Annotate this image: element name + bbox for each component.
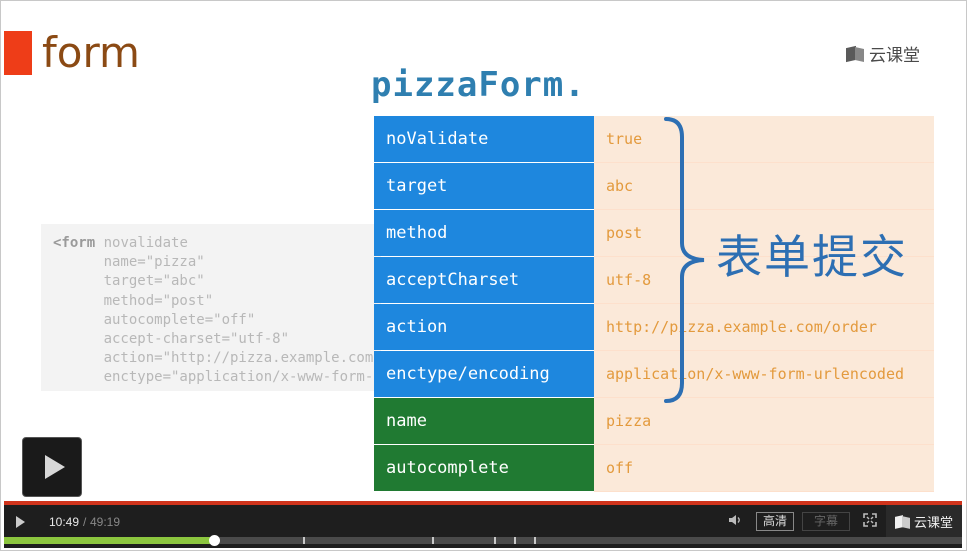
property-value: http://pizza.example.com/order <box>594 304 934 351</box>
chapter-marker[interactable] <box>533 537 536 544</box>
property-value: application/x-www-form-urlencoded <box>594 351 934 398</box>
property-value: abc <box>594 163 934 210</box>
property-name: acceptCharset <box>374 257 594 303</box>
code-keyword: <form <box>53 235 96 251</box>
chapter-marker[interactable] <box>432 537 435 544</box>
code-line: name="pizza" <box>53 253 381 272</box>
property-row: enctype/encoding application/x-www-form-u… <box>374 351 934 398</box>
property-row: name pizza <box>374 398 934 445</box>
code-line: <form novalidate <box>53 234 381 253</box>
progress-fill <box>4 537 215 544</box>
property-table: noValidate true target abc method post acceptC… <box>374 116 934 492</box>
code-text: accept-charset="utf-8" <box>53 331 290 348</box>
quality-button[interactable]: 高清 <box>756 512 794 531</box>
player-controls: 10:49 / 49:19 高清 字幕 云课堂 <box>4 501 962 548</box>
progress-bar[interactable] <box>4 535 962 546</box>
volume-icon[interactable] <box>728 513 742 527</box>
subtitle-button[interactable]: 字幕 <box>802 512 850 531</box>
code-text: novalidate <box>95 235 188 251</box>
property-name: target <box>374 163 594 209</box>
player-brand-badge[interactable]: 云课堂 <box>886 505 962 537</box>
progress-thumb[interactable] <box>209 535 221 546</box>
brand-logo-icon <box>894 514 910 529</box>
play-button[interactable] <box>16 516 25 528</box>
code-text: target="abc" <box>53 273 205 290</box>
code-text: method="post" <box>53 292 214 309</box>
property-name: autocomplete <box>374 445 594 491</box>
video-player-frame: form 云课堂 <form novalidate name="pizza" t… <box>0 0 967 551</box>
annotation-form-submit: 表单提交 <box>716 230 908 284</box>
title-accent-bar <box>4 31 32 75</box>
slide-title: form <box>42 28 140 77</box>
brand-watermark: 云课堂 <box>846 41 920 66</box>
property-row: autocomplete off <box>374 445 934 492</box>
time-separator: / <box>83 515 87 529</box>
chapter-marker[interactable] <box>303 537 306 544</box>
code-line: method="post" <box>53 292 381 311</box>
right-brace-icon <box>664 117 705 403</box>
slide-area[interactable]: form 云课堂 <form novalidate name="pizza" t… <box>4 5 962 501</box>
brand-logo-icon <box>846 45 864 63</box>
property-name: noValidate <box>374 116 594 162</box>
time-total: 49:19 <box>90 515 121 529</box>
property-row: target abc <box>374 163 934 210</box>
code-line: autocomplete="off" <box>53 311 381 330</box>
chapter-marker[interactable] <box>494 537 497 544</box>
code-text: name="pizza" <box>53 254 205 271</box>
property-name: action <box>374 304 594 350</box>
play-icon <box>44 455 65 479</box>
property-row: action http://pizza.example.com/order <box>374 304 934 351</box>
code-line: enctype="application/x-www-form-urlencod… <box>53 368 466 387</box>
property-value: off <box>594 445 934 492</box>
property-name: name <box>374 398 594 444</box>
property-value: pizza <box>594 398 934 445</box>
controls-top-accent <box>4 501 962 505</box>
pizzaform-heading: pizzaForm. <box>371 65 586 105</box>
chapter-marker[interactable] <box>513 537 516 544</box>
property-name: enctype/encoding <box>374 351 594 397</box>
brand-name: 云课堂 <box>869 46 920 66</box>
play-overlay-button[interactable] <box>22 437 82 497</box>
property-row: noValidate true <box>374 116 934 163</box>
fullscreen-icon[interactable] <box>863 513 877 527</box>
code-sample-panel: <form novalidate name="pizza" target="ab… <box>41 224 466 391</box>
time-current: 10:49 <box>49 515 80 529</box>
code-line: target="abc" <box>53 272 381 291</box>
property-value: true <box>594 116 934 163</box>
code-line: accept-charset="utf-8" <box>53 330 381 349</box>
code-text: autocomplete="off" <box>53 311 256 328</box>
player-brand-name: 云课堂 <box>913 515 953 531</box>
property-name: method <box>374 210 594 256</box>
code-line: action="http://pizza.example.com/order" <box>53 349 433 368</box>
